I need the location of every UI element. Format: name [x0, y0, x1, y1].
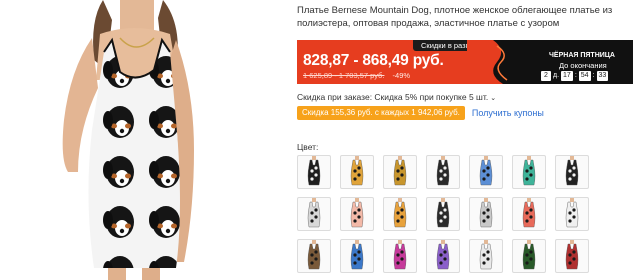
- order-discount-toggle[interactable]: Скидка при заказе: Скидка 5% при покупке…: [297, 92, 496, 104]
- timer-separator: :: [592, 72, 595, 79]
- product-main-image[interactable]: [8, 0, 270, 280]
- chevron-down-icon: ⌄: [490, 95, 497, 102]
- dress-thumbnail-icon: [393, 156, 407, 186]
- color-swatch[interactable]: [340, 155, 374, 189]
- timer-separator: :: [574, 72, 577, 79]
- color-swatch[interactable]: [512, 239, 546, 273]
- dress-thumbnail-icon: [565, 198, 579, 228]
- color-swatch[interactable]: [383, 155, 417, 189]
- dress-thumbnail-icon: [436, 156, 450, 186]
- color-swatch[interactable]: [512, 197, 546, 231]
- color-swatch[interactable]: [297, 197, 331, 231]
- color-swatch[interactable]: [297, 239, 331, 273]
- dress-thumbnail-icon: [522, 240, 536, 270]
- color-swatch[interactable]: [555, 197, 589, 231]
- dress-thumbnail-icon: [393, 198, 407, 228]
- dress-thumbnail-icon: [522, 156, 536, 186]
- price-range: 828,87 - 868,49 руб.: [303, 52, 444, 69]
- black-friday-panel: ЧЁРНАЯ ПЯТНИЦА До окончания 2 д. 17 : 54…: [467, 40, 633, 84]
- color-swatch[interactable]: [340, 239, 374, 273]
- dress-thumbnail-icon: [307, 240, 321, 270]
- color-swatch[interactable]: [469, 239, 503, 273]
- color-swatch[interactable]: [426, 155, 460, 189]
- dress-thumbnail-icon: [393, 240, 407, 270]
- color-swatch[interactable]: [383, 197, 417, 231]
- countdown-label: До окончания: [559, 61, 607, 70]
- dress-thumbnail-icon: [479, 156, 493, 186]
- timer-seconds: 33: [596, 71, 609, 81]
- color-swatch[interactable]: [383, 239, 417, 273]
- promo-title: ЧЁРНАЯ ПЯТНИЦА: [549, 52, 615, 59]
- get-coupons-link[interactable]: Получить купоны: [472, 106, 544, 120]
- dress-thumbnail-icon: [522, 198, 536, 228]
- dress-thumbnail-icon: [565, 240, 579, 270]
- product-info-panel: Платье Bernese Mountain Dog, плотное жен…: [297, 0, 633, 280]
- color-label: Цвет:: [297, 142, 319, 152]
- old-price-row: 1 625,89 - 1 703,57 руб. -49%: [303, 71, 410, 80]
- color-swatch[interactable]: [426, 239, 460, 273]
- dress-thumbnail-icon: [436, 240, 450, 270]
- color-swatch[interactable]: [469, 155, 503, 189]
- product-title: Платье Bernese Mountain Dog, плотное жен…: [297, 5, 613, 29]
- color-swatch[interactable]: [426, 197, 460, 231]
- wave-decoration-icon: [467, 40, 508, 84]
- old-price: 1 625,89 - 1 703,57 руб.: [303, 71, 385, 80]
- dress-thumbnail-icon: [565, 156, 579, 186]
- timer-minutes: 54: [578, 71, 591, 81]
- dress-thumbnail-icon: [479, 240, 493, 270]
- color-swatch[interactable]: [469, 197, 503, 231]
- color-swatch[interactable]: [555, 155, 589, 189]
- timer-hours: 17: [561, 71, 573, 81]
- dress-thumbnail-icon: [436, 198, 450, 228]
- dress-photo-graphic: [8, 0, 270, 280]
- timer-days: 2: [541, 71, 551, 81]
- dress-thumbnail-icon: [307, 156, 321, 186]
- dress-thumbnail-icon: [350, 240, 364, 270]
- dress-thumbnail-icon: [479, 198, 493, 228]
- deal-banner: Скидки в разгаре! 828,87 - 868,49 руб. 1…: [297, 40, 633, 84]
- coupon-discount-pill[interactable]: Скидка 155,36 руб. с каждых 1 942,06 руб…: [297, 106, 465, 120]
- dress-thumbnail-icon: [307, 198, 321, 228]
- dress-thumbnail-icon: [350, 198, 364, 228]
- color-swatch[interactable]: [555, 239, 589, 273]
- countdown-timer: 2 д. 17 : 54 : 33: [541, 71, 609, 81]
- discount-percent: -49%: [392, 71, 411, 80]
- order-discount-text: Скидка при заказе: Скидка 5% при покупке…: [297, 92, 489, 102]
- dress-thumbnail-icon: [350, 156, 364, 186]
- color-swatch[interactable]: [297, 155, 331, 189]
- timer-day-suffix: д.: [553, 72, 560, 79]
- color-swatch[interactable]: [512, 155, 546, 189]
- coupon-row: Скидка 155,36 руб. с каждых 1 942,06 руб…: [297, 106, 544, 120]
- color-swatch[interactable]: [340, 197, 374, 231]
